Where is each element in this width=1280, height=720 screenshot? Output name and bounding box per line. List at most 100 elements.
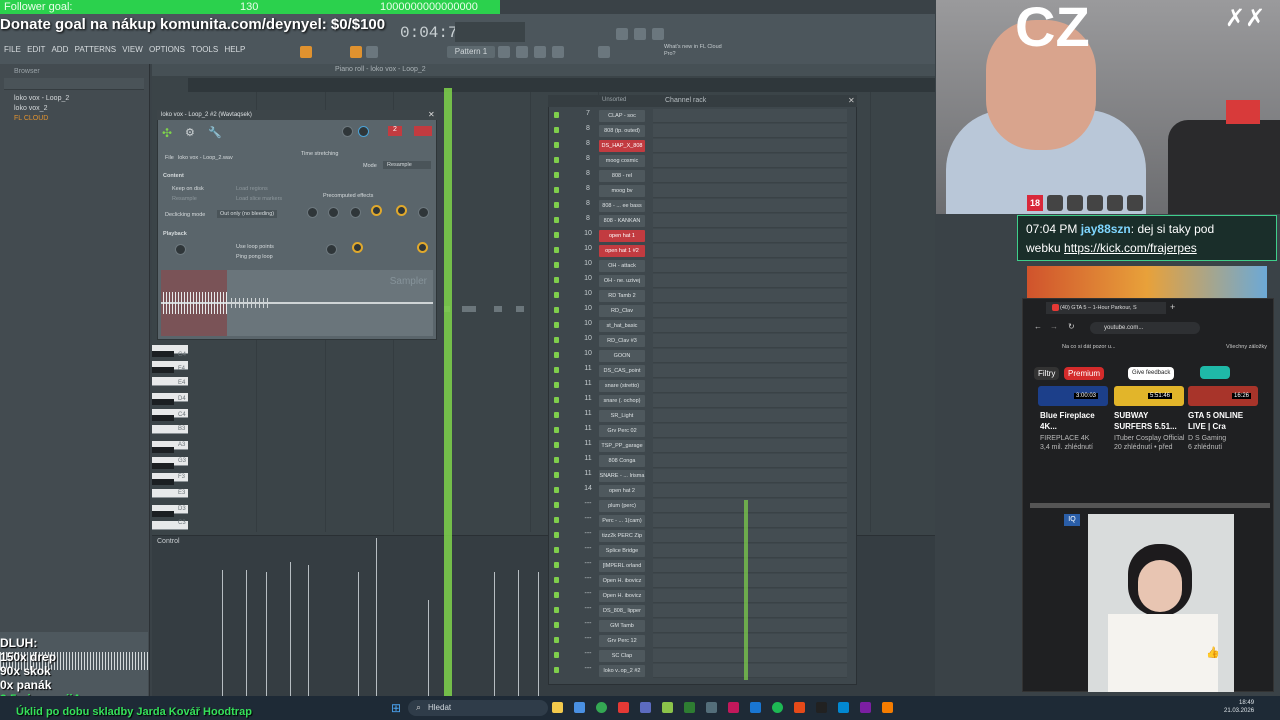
browser-item-vox2[interactable]: loko vox_2 [14, 105, 47, 112]
channel-step-grid[interactable] [653, 424, 847, 438]
channel-name-button[interactable]: Grv Perc 02 [599, 425, 645, 437]
channel-row[interactable]: 10 st_hat_basic [551, 319, 851, 333]
stop-button[interactable] [366, 46, 378, 58]
app-icon[interactable] [860, 702, 871, 713]
channel-led[interactable] [554, 652, 559, 658]
channel-name-button[interactable]: Perc - ... 1(cam) [599, 515, 645, 527]
channel-led[interactable] [554, 382, 559, 388]
velocity-bar[interactable] [428, 600, 429, 696]
channel-name-button[interactable]: open hat 2 [599, 485, 645, 497]
video-channel[interactable]: FIREPLACE 4K [1040, 435, 1089, 442]
bookmark-item[interactable]: Na co si dát pozor u... [1062, 344, 1116, 350]
shorts-video[interactable] [1088, 514, 1234, 692]
channel-led[interactable] [554, 472, 559, 478]
channel-name-button[interactable]: GOON [599, 350, 645, 362]
channel-step-grid[interactable] [653, 454, 847, 468]
channel-mixer-track[interactable]: 10 [581, 290, 595, 297]
channel-mixer-track[interactable]: 11 [581, 395, 595, 402]
taskbar-search[interactable]: Hledat [408, 700, 548, 716]
channel-name-button[interactable]: OH - ne. uzivej [599, 275, 645, 287]
channel-name-button[interactable]: snare (stretto) [599, 380, 645, 392]
channel-name-button[interactable]: Open H. ibovicz [599, 590, 645, 602]
channel-row[interactable]: 11 SNARE - ... Irisma [551, 469, 851, 483]
channel-mixer-track[interactable]: --- [581, 620, 595, 627]
velocity-bar[interactable] [222, 570, 223, 696]
use-loop-points-checkbox[interactable]: Use loop points [236, 244, 274, 250]
channel-name-button[interactable]: Open H. ibovicz [599, 575, 645, 587]
channel-row[interactable]: 10 GOON [551, 349, 851, 363]
channel-step-grid[interactable] [653, 319, 847, 333]
channel-step-grid[interactable] [653, 109, 847, 123]
channel-name-button[interactable]: moog bv [599, 185, 645, 197]
channel-step-grid[interactable] [653, 304, 847, 318]
channel-led[interactable] [554, 487, 559, 493]
playlist-button[interactable] [552, 46, 564, 58]
channel-mixer-track[interactable]: 8 [581, 140, 595, 147]
channel-led[interactable] [554, 157, 559, 163]
feedback-button[interactable]: Give feedback [1128, 367, 1175, 380]
channel-mixer-track[interactable]: 11 [581, 365, 595, 372]
like-icon[interactable]: 👍 [1206, 646, 1220, 659]
channel-led[interactable] [554, 667, 559, 673]
video-channel[interactable]: D S Gaming [1188, 435, 1226, 442]
channel-row[interactable]: 10 OH - attack [551, 259, 851, 273]
channel-step-grid[interactable] [653, 559, 847, 573]
forward-icon[interactable]: → [1050, 322, 1058, 331]
menu-patterns[interactable]: PATTERNS [75, 45, 116, 54]
channel-name-button[interactable]: 808 - KANKAN [599, 215, 645, 227]
velocity-bar[interactable] [538, 572, 539, 696]
menu-help[interactable]: HELP [224, 45, 245, 54]
channel-step-grid[interactable] [653, 199, 847, 213]
address-bar[interactable]: youtube.com... [1090, 322, 1200, 334]
channel-row[interactable]: 11 snare (. ochop) [551, 394, 851, 408]
channel-led[interactable] [554, 562, 559, 568]
reverb-knob[interactable] [326, 244, 337, 255]
channel-mixer-track[interactable]: --- [581, 560, 595, 567]
channel-row[interactable]: --- loko v..op_2 #2 [551, 664, 851, 678]
channel-row[interactable]: 8 moog bv [551, 184, 851, 198]
app-icon[interactable] [706, 702, 717, 713]
channel-led[interactable] [554, 307, 559, 313]
channel-row[interactable]: --- plum (perc) [551, 499, 851, 513]
channel-name-button[interactable]: st_hat_basic [599, 320, 645, 332]
channel-row[interactable]: --- tizz2k PERC Zip [551, 529, 851, 543]
reverse-knob[interactable] [307, 207, 318, 218]
channel-step-grid[interactable] [653, 229, 847, 243]
channel-row[interactable]: --- Grv Perc 12 [551, 634, 851, 648]
velocity-bar[interactable] [290, 562, 291, 696]
channel-led[interactable] [554, 142, 559, 148]
channel-led[interactable] [554, 622, 559, 628]
channel-step-grid[interactable] [653, 604, 847, 618]
channel-led[interactable] [554, 277, 559, 283]
channel-step-grid[interactable] [653, 184, 847, 198]
channel-led[interactable] [554, 202, 559, 208]
channel-name-button[interactable]: open hat 1 #2 [599, 245, 645, 257]
file-name[interactable]: loko vox - Loop_2.wav [178, 155, 233, 161]
channel-mixer-track[interactable]: --- [581, 530, 595, 537]
channel-step-grid[interactable] [653, 244, 847, 258]
channel-name-button[interactable]: 808 - ... ee bass [599, 200, 645, 212]
video-title[interactable]: SUBWAY SURFERS 5.51... [1114, 410, 1186, 432]
channel-name-button[interactable]: RD Tamb 2 [599, 290, 645, 302]
channel-step-grid[interactable] [653, 634, 847, 648]
new-tab-icon[interactable]: + [1170, 302, 1175, 312]
channel-row[interactable]: 8 DS_HAP_X_808 [551, 139, 851, 153]
channel-name-button[interactable]: RD_Clav [599, 305, 645, 317]
chrome-icon[interactable] [596, 702, 607, 713]
menu-options[interactable]: OPTIONS [149, 45, 185, 54]
filter-chip[interactable]: Filtry [1034, 367, 1060, 380]
channel-name-button[interactable]: SNARE - ... Irisma [599, 470, 645, 482]
channel-led[interactable] [554, 457, 559, 463]
fade-out-knob[interactable] [371, 205, 382, 216]
channel-mixer-track[interactable]: --- [581, 545, 595, 552]
back-icon[interactable]: ← [1034, 322, 1042, 331]
channel-row[interactable]: 8 808 - rel [551, 169, 851, 183]
channel-rack-button[interactable] [516, 46, 528, 58]
channel-row[interactable]: --- Open H. ibovicz [551, 574, 851, 588]
pattern-selector[interactable]: Pattern 1 [447, 46, 495, 58]
channel-name-button[interactable]: OH - attack [599, 260, 645, 272]
channel-row[interactable]: --- SC Clap [551, 649, 851, 663]
channel-mixer-track[interactable]: 14 [581, 485, 595, 492]
channel-led[interactable] [554, 352, 559, 358]
app-icon[interactable] [750, 702, 761, 713]
